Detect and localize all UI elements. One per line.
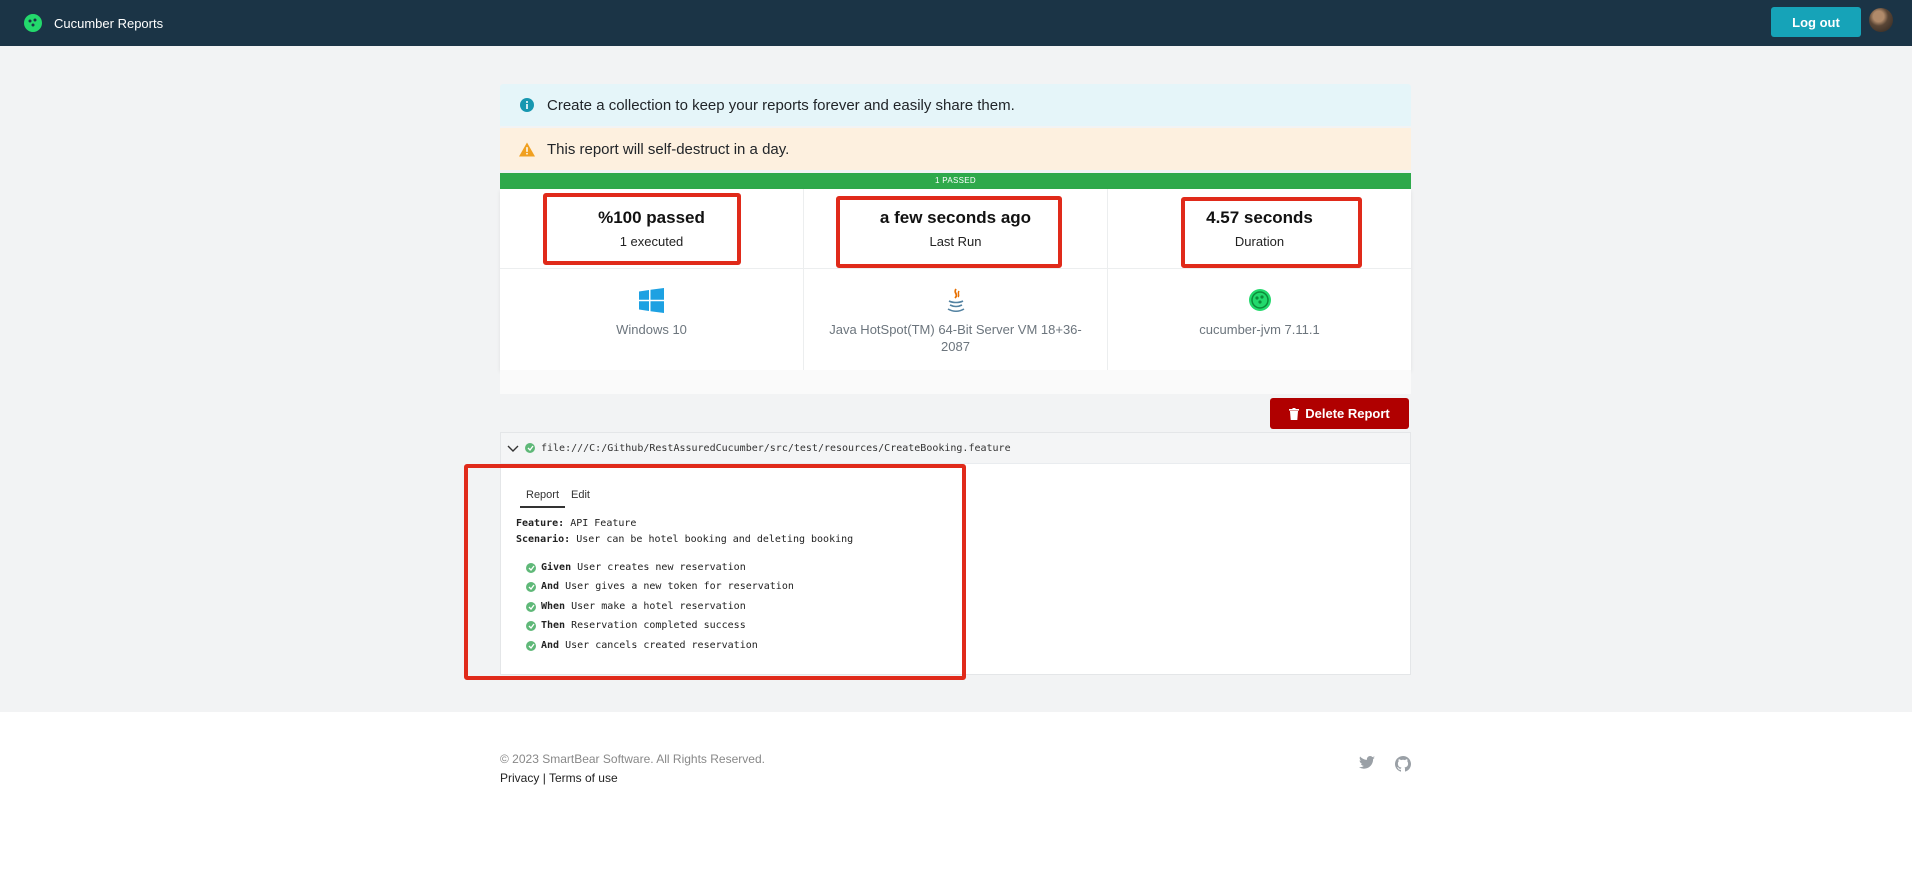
feature-line: Feature: API Feature: [516, 516, 853, 532]
step-item: When User make a hotel reservation: [526, 597, 853, 617]
feature-header[interactable]: file:///C:/Github/RestAssuredCucumber/sr…: [501, 433, 1410, 464]
os-text: Windows 10: [616, 322, 687, 337]
warning-alert-text: This report will self-destruct in a day.: [547, 140, 790, 158]
passed-label: 1 executed: [619, 234, 684, 249]
copyright-text: © 2023 SmartBear Software. All Rights Re…: [500, 752, 765, 766]
footer: © 2023 SmartBear Software. All Rights Re…: [500, 750, 765, 788]
step-text: Reservation completed success: [571, 620, 746, 632]
step-keyword: Given: [541, 561, 572, 573]
step-passed-icon: [526, 601, 536, 612]
footer-separator: |: [542, 771, 546, 785]
info-icon: [519, 97, 535, 113]
passed-stat: %100 passed 1 executed: [500, 189, 804, 268]
step-passed-icon: [526, 562, 536, 573]
last-run-label: Last Run: [929, 234, 982, 249]
trash-icon: [1289, 407, 1300, 420]
feature-keyword: Feature:: [516, 518, 565, 529]
info-alert: Create a collection to keep your reports…: [500, 84, 1411, 126]
step-keyword: Then: [541, 620, 566, 632]
last-run-value: a few seconds ago: [879, 208, 1032, 227]
step-passed-icon: [526, 640, 536, 651]
chevron-down-icon[interactable]: [507, 443, 519, 453]
step-text: User gives a new token for reservation: [565, 581, 794, 593]
scenario-name: User can be hotel booking and deleting b…: [576, 534, 854, 545]
brand-link[interactable]: Cucumber Reports: [22, 12, 163, 34]
feature-panel: file:///C:/Github/RestAssuredCucumber/sr…: [500, 432, 1411, 675]
info-alert-text: Create a collection to keep your reports…: [547, 96, 1015, 114]
scenario-keyword: Scenario:: [516, 534, 571, 545]
cucumber-logo-icon: [22, 12, 44, 34]
privacy-link[interactable]: Privacy: [500, 771, 539, 785]
step-text: User make a hotel reservation: [571, 600, 746, 612]
duration-label: Duration: [1234, 234, 1285, 249]
step-passed-icon: [526, 621, 536, 632]
tab-edit[interactable]: Edit: [565, 487, 596, 508]
last-run-stat: a few seconds ago Last Run: [804, 189, 1108, 268]
scenario-line: Scenario: User can be hotel booking and …: [516, 532, 853, 548]
duration-value: 4.57 seconds: [1206, 208, 1313, 227]
runtime-info: Java HotSpot(TM) 64-Bit Server VM 18+36-…: [804, 269, 1108, 370]
step-keyword: And: [541, 639, 560, 651]
step-item: And User cancels created reservation: [526, 636, 853, 656]
avatar[interactable]: [1869, 8, 1893, 32]
os-info: Windows 10: [500, 269, 804, 370]
step-item: Given User creates new reservation: [526, 558, 853, 578]
step-item: Then Reservation completed success: [526, 617, 853, 637]
summary-card: %100 passed 1 executed a few seconds ago…: [500, 189, 1411, 370]
duration-stat: 4.57 seconds Duration: [1108, 189, 1411, 268]
github-icon[interactable]: [1395, 756, 1411, 772]
top-navbar: Cucumber Reports Log out: [0, 0, 1912, 46]
feature-tabs: Report Edit: [520, 487, 596, 508]
twitter-icon[interactable]: [1359, 756, 1375, 770]
step-keyword: When: [541, 600, 566, 612]
passed-value: %100 passed: [598, 208, 705, 227]
delete-report-label: Delete Report: [1305, 406, 1390, 421]
feature-name: API Feature: [570, 518, 637, 529]
passed-check-icon: [525, 443, 535, 453]
runtime-text: Java HotSpot(TM) 64-Bit Server VM 18+36-…: [829, 322, 1082, 354]
status-bar: 1 PASSED: [500, 173, 1411, 189]
step-passed-icon: [526, 582, 536, 593]
terms-link[interactable]: Terms of use: [549, 771, 618, 785]
delete-report-button[interactable]: Delete Report: [1270, 398, 1409, 429]
tab-report[interactable]: Report: [520, 487, 566, 508]
step-list: Given User creates new reservation And U…: [526, 558, 853, 656]
step-keyword: And: [541, 581, 560, 593]
cucumber-icon: [1247, 287, 1273, 313]
windows-icon: [639, 287, 665, 313]
java-icon: [943, 287, 969, 313]
gherkin-content: Feature: API Feature Scenario: User can …: [516, 516, 853, 656]
tool-text: cucumber-jvm 7.11.1: [1199, 322, 1320, 337]
logout-button[interactable]: Log out: [1771, 7, 1861, 37]
app-name: Cucumber Reports: [54, 15, 164, 31]
warning-alert: This report will self-destruct in a day.: [500, 128, 1411, 170]
divider-strip: [500, 370, 1411, 394]
step-item: And User gives a new token for reservati…: [526, 578, 853, 598]
step-text: User cancels created reservation: [565, 639, 758, 651]
tool-info: cucumber-jvm 7.11.1: [1108, 269, 1411, 370]
footer-links: Privacy | Terms of use: [500, 769, 765, 788]
warning-icon: [519, 141, 535, 157]
step-text: User creates new reservation: [577, 561, 746, 573]
feature-file-path: file:///C:/Github/RestAssuredCucumber/sr…: [541, 442, 1011, 454]
